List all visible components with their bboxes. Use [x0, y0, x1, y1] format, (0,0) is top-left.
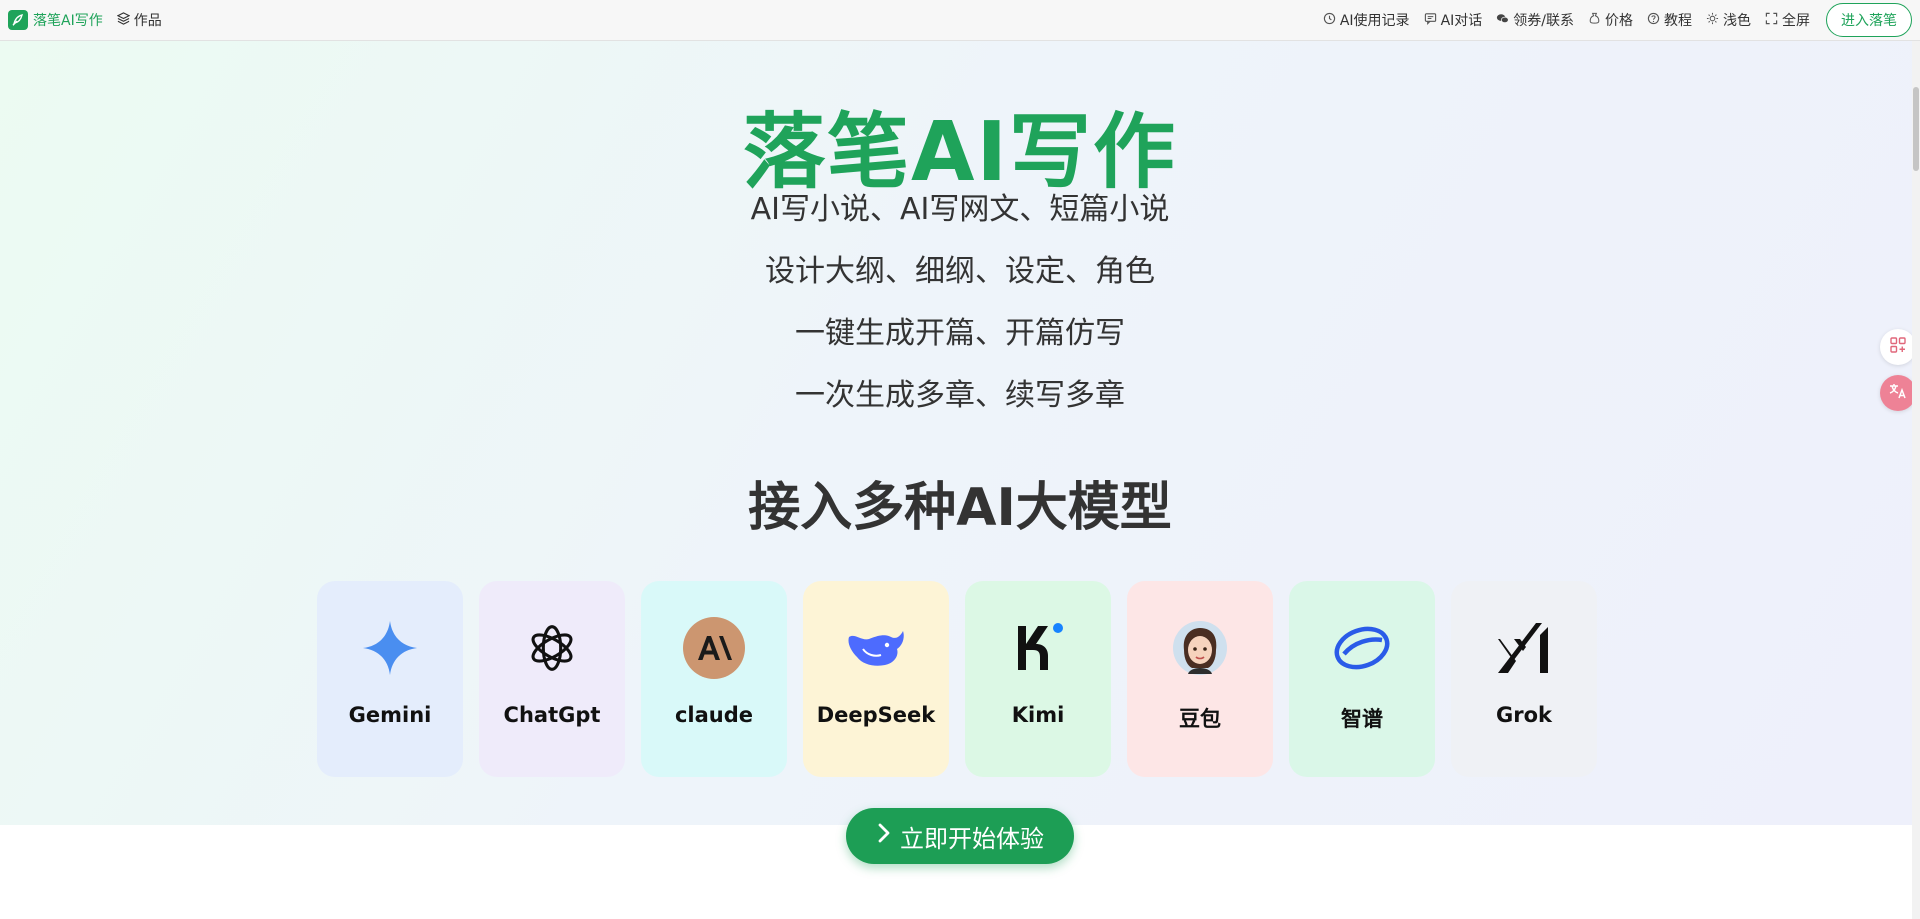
grok-icon [1491, 615, 1557, 681]
model-label: Kimi [1011, 703, 1065, 727]
start-experience-label: 立即开始体验 [900, 824, 1044, 853]
deepseek-icon [843, 615, 909, 681]
nav-item-label: 价格 [1605, 13, 1633, 29]
brand-name: 落笔AI写作 [33, 13, 103, 29]
chat-icon [1424, 12, 1437, 29]
gemini-icon [357, 615, 423, 681]
nav-item-label: 浅色 [1723, 13, 1751, 29]
translate-icon [1888, 381, 1908, 405]
translate-tool-button[interactable] [1880, 375, 1916, 411]
nav-right: AI使用记录 AI对话 领券/联系 价格 教程 浅色 全屏 进入落笔 [1323, 3, 1912, 37]
apps-tool-button[interactable] [1880, 329, 1916, 365]
nav-item-label: 领券/联系 [1513, 13, 1574, 29]
nav-item-label: AI使用记录 [1339, 13, 1410, 29]
nav-item-history[interactable]: AI使用记录 [1323, 10, 1410, 30]
claude-icon [681, 615, 747, 681]
apps-grid-icon [1889, 336, 1907, 358]
kimi-icon [1005, 615, 1071, 681]
sun-icon [1706, 12, 1719, 29]
doubao-icon [1167, 615, 1233, 681]
nav-left: 落笔AI写作 作品 [8, 10, 162, 30]
enter-app-button[interactable]: 进入落笔 [1826, 3, 1912, 37]
clock-icon [1323, 12, 1336, 29]
model-label: Gemini [348, 703, 432, 727]
nav-item-theme[interactable]: 浅色 [1706, 10, 1751, 30]
page-scrollbar[interactable] [1912, 41, 1920, 919]
model-label: Grok [1496, 703, 1552, 727]
brand-link[interactable]: 落笔AI写作 [8, 10, 103, 30]
model-card-gemini[interactable]: Gemini [317, 581, 463, 777]
help-icon [1647, 12, 1660, 29]
nav-item-label: 全屏 [1782, 13, 1810, 29]
chevron-right-icon [876, 822, 892, 850]
hero-tagline: 设计大纲、细纲、设定、角色 [765, 254, 1155, 289]
model-card-deepseek[interactable]: DeepSeek [803, 581, 949, 777]
scrollbar-thumb[interactable] [1913, 87, 1919, 171]
chatgpt-icon [519, 615, 585, 681]
zhipu-icon [1329, 615, 1395, 681]
works-link[interactable]: 作品 [116, 10, 162, 30]
model-card-chatgpt[interactable]: ChatGpt [479, 581, 625, 777]
model-cards: Gemini ChatGpt claude DeepSeek Kimi 豆包 智… [317, 581, 1597, 777]
nav-item-label: 教程 [1664, 13, 1692, 29]
model-label: claude [674, 703, 754, 727]
model-label: 智谱 [1341, 707, 1383, 731]
fullscreen-icon [1765, 12, 1778, 29]
model-card-doubao[interactable]: 豆包 [1127, 581, 1273, 777]
top-navigation-bar: 落笔AI写作 作品 AI使用记录 AI对话 领券/联系 价格 教程 浅色 全屏 … [0, 0, 1920, 41]
nav-item-price[interactable]: 价格 [1588, 10, 1633, 30]
nav-item-tutorial[interactable]: 教程 [1647, 10, 1692, 30]
hero-section: 落笔AI写作 AI写小说、AI写网文、短篇小说 设计大纲、细纲、设定、角色 一键… [0, 41, 1920, 825]
nav-item-label: AI对话 [1440, 13, 1483, 29]
nav-item-fullscreen[interactable]: 全屏 [1765, 10, 1810, 30]
wechat-icon [1496, 12, 1510, 29]
feather-pen-icon [8, 10, 28, 30]
model-label: 豆包 [1179, 707, 1221, 731]
model-card-grok[interactable]: Grok [1451, 581, 1597, 777]
start-experience-button[interactable]: 立即开始体验 [846, 808, 1074, 864]
hero-tagline: AI写小说、AI写网文、短篇小说 [750, 192, 1170, 227]
model-label: ChatGpt [503, 703, 601, 727]
model-card-zhipu[interactable]: 智谱 [1289, 581, 1435, 777]
models-heading: 接入多种AI大模型 [748, 478, 1172, 538]
nav-item-coupon[interactable]: 领券/联系 [1496, 10, 1574, 30]
layers-icon [116, 11, 131, 29]
nav-item-chat[interactable]: AI对话 [1424, 10, 1483, 30]
model-label: DeepSeek [816, 703, 936, 727]
works-label: 作品 [133, 13, 162, 29]
model-card-claude[interactable]: claude [641, 581, 787, 777]
hero-tagline: 一次生成多章、续写多章 [795, 378, 1125, 413]
model-card-kimi[interactable]: Kimi [965, 581, 1111, 777]
hero-tagline: 一键生成开篇、开篇仿写 [795, 316, 1125, 351]
price-icon [1588, 12, 1601, 29]
